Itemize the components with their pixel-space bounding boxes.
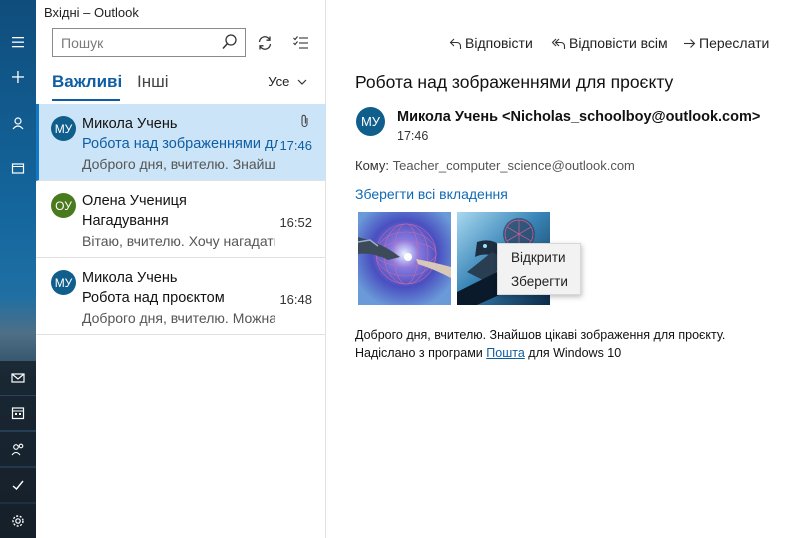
message-time: 16:48 bbox=[279, 292, 312, 307]
mail-icon bbox=[11, 373, 25, 383]
people-icon bbox=[11, 443, 24, 456]
forward-label: Переслати bbox=[699, 35, 770, 51]
message-item[interactable]: МУ Микола Учень Робота над проєктом Добр… bbox=[36, 258, 326, 335]
plus-icon bbox=[12, 71, 24, 83]
nav-rail bbox=[0, 0, 36, 538]
new-mail-button[interactable] bbox=[0, 60, 36, 94]
sync-button[interactable] bbox=[254, 32, 276, 54]
message-time: 17:46 bbox=[279, 138, 312, 153]
gear-icon bbox=[12, 515, 24, 527]
forward-button[interactable]: Переслати bbox=[683, 35, 769, 51]
todo-button[interactable] bbox=[0, 468, 36, 502]
reply-label: Відповісти bbox=[465, 35, 533, 51]
signature-suffix: для Windows 10 bbox=[528, 346, 622, 360]
message-signature: Надіслано з програми Пошта для Windows 1… bbox=[355, 346, 621, 360]
calendar-icon bbox=[11, 407, 25, 420]
save-all-attachments-link[interactable]: Зберегти всі вкладення bbox=[355, 186, 508, 202]
recipient-address[interactable]: Teacher_computer_science@outlook.com bbox=[393, 158, 635, 173]
active-tab-indicator bbox=[52, 99, 120, 101]
search-icon[interactable] bbox=[221, 33, 239, 56]
message-preview: Доброго дня, вчителю. Можна bbox=[82, 310, 275, 326]
menu-item-save[interactable]: Зберегти bbox=[511, 274, 568, 289]
to-label: Кому: bbox=[355, 158, 389, 173]
sync-icon bbox=[258, 36, 272, 50]
message-item[interactable]: МУ Микола Учень Робота над зображеннями … bbox=[36, 104, 326, 181]
reading-pane: Відповісти Відповісти всім Переслати Роб… bbox=[327, 0, 787, 538]
reply-all-button[interactable]: Відповісти всім bbox=[551, 35, 668, 51]
accounts-button[interactable] bbox=[0, 106, 36, 140]
message-subject: Нагадування bbox=[82, 213, 169, 229]
message-sender: Микола Учень bbox=[82, 270, 178, 286]
selection-mode-button[interactable] bbox=[290, 32, 312, 54]
tab-other[interactable]: Інші bbox=[137, 72, 169, 92]
mail-button[interactable] bbox=[0, 361, 36, 395]
folders-button[interactable] bbox=[0, 151, 36, 185]
sender-avatar: МУ bbox=[356, 107, 385, 136]
message-subject: Робота над зображеннями для проєкту bbox=[82, 136, 278, 152]
avatar: ОУ bbox=[51, 193, 76, 218]
outlook-window: Вхідні – Outlook Пошук Важливі Інші Усе … bbox=[0, 0, 787, 538]
search-box[interactable]: Пошук bbox=[52, 28, 246, 57]
message-item[interactable]: ОУ Олена Учениця Нагадування Вітаю, вчит… bbox=[36, 181, 326, 258]
reply-all-icon bbox=[551, 38, 566, 49]
message-preview: Вітаю, вчителю. Хочу нагадати bbox=[82, 233, 275, 249]
reply-button[interactable]: Відповісти bbox=[449, 35, 533, 51]
message-subject-heading: Робота над зображеннями для проєкту bbox=[355, 72, 674, 92]
hamburger-menu-button[interactable] bbox=[0, 25, 36, 59]
settings-button[interactable] bbox=[0, 504, 36, 538]
reply-all-label: Відповісти всім bbox=[569, 35, 668, 51]
avatar: МУ bbox=[51, 116, 76, 141]
tab-focused[interactable]: Важливі bbox=[52, 72, 122, 92]
message-time: 16:52 bbox=[279, 215, 312, 230]
checklist-icon bbox=[293, 36, 308, 49]
recipient-line: Кому: Teacher_computer_science@outlook.c… bbox=[355, 158, 635, 173]
folder-icon bbox=[11, 163, 25, 174]
attachment-context-menu: Відкрити Зберегти bbox=[497, 243, 581, 295]
message-list-pane: Вхідні – Outlook Пошук Важливі Інші Усе … bbox=[36, 0, 326, 538]
message-body-line: Доброго дня, вчителю. Знайшов цікаві зоб… bbox=[355, 328, 726, 342]
reply-icon bbox=[449, 38, 462, 49]
filter-dropdown[interactable]: Усе bbox=[268, 74, 307, 89]
checkmark-icon bbox=[12, 480, 24, 490]
paperclip-icon bbox=[300, 114, 310, 133]
sender-name[interactable]: Микола Учень <Nicholas_schoolboy@outlook… bbox=[397, 109, 760, 125]
forward-arrow-icon bbox=[684, 38, 696, 48]
message-preview: Доброго дня, вчителю. Знайшов цікаві bbox=[82, 156, 275, 172]
message-subject: Робота над проєктом bbox=[82, 290, 225, 306]
attachment-image bbox=[358, 212, 451, 305]
attachment-thumbnail[interactable] bbox=[358, 212, 451, 305]
avatar: МУ bbox=[51, 270, 76, 295]
sent-time: 17:46 bbox=[397, 129, 429, 143]
mail-app-link[interactable]: Пошта bbox=[486, 346, 525, 360]
calendar-button[interactable] bbox=[0, 396, 36, 430]
person-icon bbox=[12, 117, 24, 130]
message-sender: Олена Учениця bbox=[82, 193, 187, 209]
window-title: Вхідні – Outlook bbox=[44, 5, 139, 20]
filter-label: Усе bbox=[268, 74, 290, 89]
message-sender: Микола Учень bbox=[82, 116, 178, 132]
signature-prefix: Надіслано з програми bbox=[355, 346, 483, 360]
hamburger-icon bbox=[12, 37, 24, 48]
people-button[interactable] bbox=[0, 432, 36, 466]
menu-item-open[interactable]: Відкрити bbox=[511, 250, 566, 265]
chevron-down-icon bbox=[297, 79, 307, 85]
search-placeholder: Пошук bbox=[61, 35, 104, 51]
